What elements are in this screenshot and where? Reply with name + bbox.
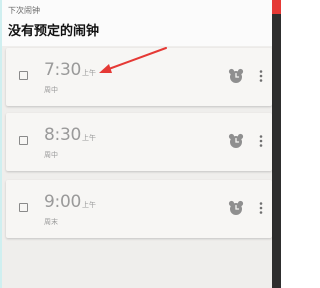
alarm-repeat: 周中 <box>44 151 58 159</box>
next-alarm-label: 下次闹钟 <box>8 6 40 15</box>
alarm-enable-checkbox[interactable] <box>19 71 28 80</box>
right-edge-accent <box>272 0 281 14</box>
alarm-card[interactable]: 9:00 上午 周末 <box>6 180 272 238</box>
alarm-time: 8:30 <box>44 125 81 145</box>
alarm-enable-checkbox[interactable] <box>19 136 28 145</box>
header: 下次闹钟 没有预定的闹钟 <box>2 0 272 46</box>
alarm-enable-checkbox[interactable] <box>19 203 28 212</box>
alarm-repeat: 周末 <box>44 218 58 226</box>
alarm-app: 下次闹钟 没有预定的闹钟 7:30 上午 周中 8:30 上午 周中 9:00 … <box>2 0 272 288</box>
screen: 下次闹钟 没有预定的闹钟 7:30 上午 周中 8:30 上午 周中 9:00 … <box>0 0 281 288</box>
more-vertical-icon[interactable] <box>258 133 264 149</box>
alarm-repeat: 周中 <box>44 86 58 94</box>
alarm-ampm: 上午 <box>82 201 96 209</box>
annotation-arrow <box>99 47 167 73</box>
next-alarm-status: 没有预定的闹钟 <box>8 24 100 39</box>
alarm-clock-icon[interactable] <box>228 133 244 149</box>
more-vertical-icon[interactable] <box>258 68 264 84</box>
alarm-ampm: 上午 <box>82 134 96 142</box>
alarm-time: 7:30 <box>44 60 81 80</box>
alarm-clock-icon[interactable] <box>228 68 244 84</box>
alarm-time: 9:00 <box>44 192 81 212</box>
alarm-card[interactable]: 8:30 上午 周中 <box>6 113 272 171</box>
alarm-ampm: 上午 <box>82 69 96 77</box>
more-vertical-icon[interactable] <box>258 200 264 216</box>
alarm-clock-icon[interactable] <box>228 200 244 216</box>
right-edge <box>272 0 281 288</box>
